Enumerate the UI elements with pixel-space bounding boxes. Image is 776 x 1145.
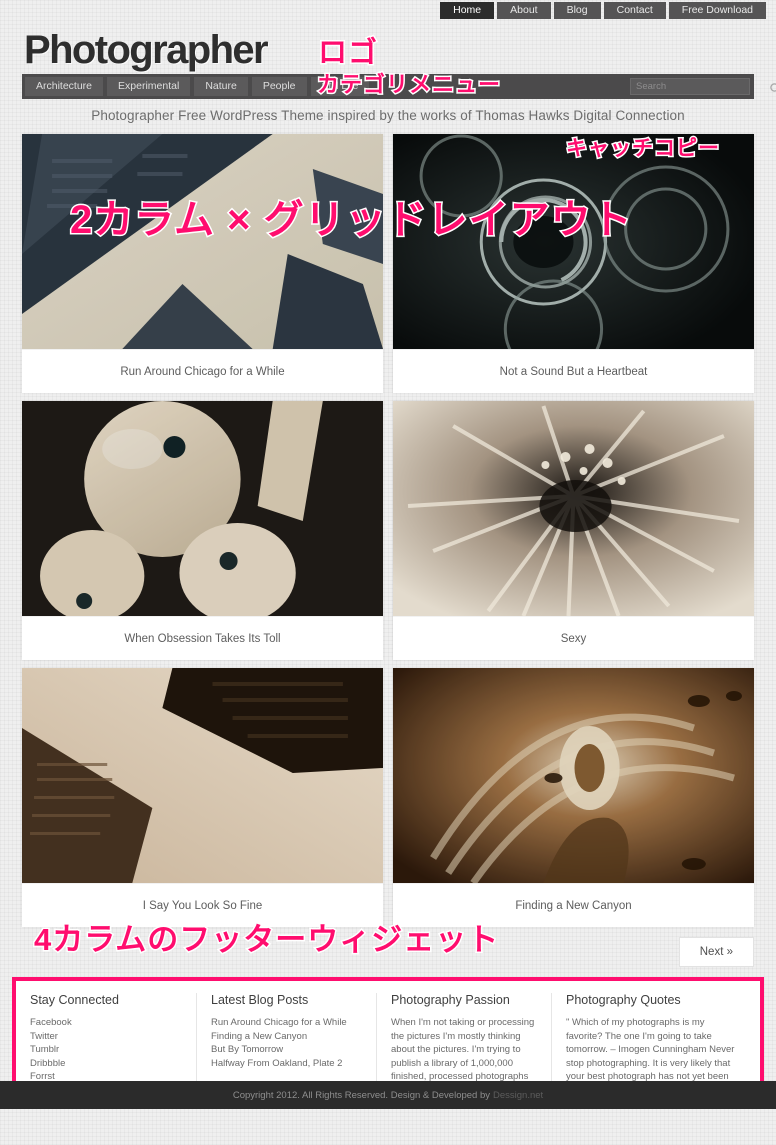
category-item-experimental[interactable]: Experimental <box>107 77 192 96</box>
photo-thumbnail-cream-ceramic-figures[interactable] <box>22 401 383 616</box>
photo-card[interactable]: Finding a New Canyon <box>393 668 754 927</box>
topnav-item-blog[interactable]: Blog <box>553 2 601 19</box>
photo-grid: 2カラム × グリッドレイアウト Run Around Chicago for … <box>22 134 754 927</box>
photo-card[interactable]: Not a Sound But a Heartbeat <box>393 134 754 393</box>
list-item: Tumblr <box>30 1043 182 1057</box>
top-bar: Home About Blog Contact Free Download <box>0 0 776 22</box>
footer-link[interactable]: Twitter <box>30 1031 58 1042</box>
category-item-nature[interactable]: Nature <box>194 77 249 96</box>
footer-link[interactable]: Run Around Chicago for a While <box>211 1017 347 1028</box>
annotation-logo: ロゴ <box>316 37 379 70</box>
footer-link[interactable]: Dribbble <box>30 1058 65 1069</box>
search-input[interactable] <box>631 79 768 94</box>
photo-caption[interactable]: I Say You Look So Fine <box>22 883 383 927</box>
footer-widget-list: Run Around Chicago for a While Finding a … <box>211 1016 362 1070</box>
page-root: Home About Blog Contact Free Download Photog… <box>0 0 776 1109</box>
photo-thumbnail-sepia-curved-sculpture[interactable] <box>393 668 754 883</box>
list-item: Twitter <box>30 1030 182 1044</box>
photo-card[interactable]: Run Around Chicago for a While <box>22 134 383 393</box>
category-menu-bar: Architecture Experimental Nature People Stil… <box>22 71 776 99</box>
list-item: Finding a New Canyon <box>211 1030 362 1044</box>
photo-thumbnail-monochrome-flower-macro[interactable] <box>393 401 754 616</box>
annotation-footer-widgets: 4カラムのフッターウィジェット <box>32 921 500 959</box>
photo-caption[interactable]: Not a Sound But a Heartbeat <box>393 349 754 393</box>
search-box[interactable] <box>630 78 776 95</box>
footer-widget-title: Latest Blog Posts <box>211 993 309 1007</box>
photo-caption[interactable]: Finding a New Canyon <box>393 883 754 927</box>
list-item: Run Around Chicago for a While <box>211 1016 362 1030</box>
photo-card[interactable]: I Say You Look So Fine <box>22 668 383 927</box>
topnav-item-about[interactable]: About <box>497 2 551 19</box>
topnav-item-free-download[interactable]: Free Download <box>668 2 766 19</box>
list-item: But By Tomorrow <box>211 1043 362 1057</box>
photo-card[interactable]: When Obsession Takes Its Toll <box>22 401 383 660</box>
top-navigation: Home About Blog Contact Free Download <box>440 2 766 19</box>
list-item: Halfway From Oakland, Plate 2 <box>211 1057 362 1071</box>
list-item: Facebook <box>30 1016 182 1030</box>
copyright-bar: Copyright 2012. All Rights Reserved. Des… <box>0 1081 776 1109</box>
annotation-category-menu: カテゴリメニュー <box>315 71 502 99</box>
annotation-catchcopy: キャッチコピー <box>565 136 721 162</box>
footer-widget-title: Photography Passion <box>391 993 510 1007</box>
copyright-brand-link[interactable]: Dessign.net <box>493 1090 543 1101</box>
footer-widget-title: Photography Quotes <box>566 993 681 1007</box>
footer-link[interactable]: Halfway From Oakland, Plate 2 <box>211 1058 342 1069</box>
photo-card[interactable]: Sexy <box>393 401 754 660</box>
footer-widget-title: Stay Connected <box>30 993 119 1007</box>
category-item-people[interactable]: People <box>251 77 308 96</box>
footer-widget-list: Facebook Twitter Tumblr Dribbble Forrst <box>30 1016 182 1084</box>
topnav-item-contact[interactable]: Contact <box>603 2 666 19</box>
topnav-item-home[interactable]: Home <box>440 2 495 19</box>
footer-link[interactable]: Tumblr <box>30 1044 59 1055</box>
photo-caption[interactable]: Sexy <box>393 616 754 660</box>
site-tagline: Photographer Free WordPress Theme inspir… <box>91 108 685 123</box>
site-logo[interactable]: Photographer <box>24 28 269 72</box>
footer-link[interactable]: But By Tomorrow <box>211 1044 283 1055</box>
next-page-button[interactable]: Next » <box>678 937 754 967</box>
photo-thumbnail-sepia-skyscrapers-upward[interactable] <box>22 668 383 883</box>
footer-link[interactable]: Facebook <box>30 1017 72 1028</box>
copyright-text: Copyright 2012. All Rights Reserved. Des… <box>232 1089 490 1101</box>
annotation-grid-layout: 2カラム × グリッドレイアウト <box>69 197 634 244</box>
pagination-area: 4カラムのフッターウィジェット Next » <box>22 921 754 971</box>
list-item: Dribbble <box>30 1057 182 1071</box>
logo-area: Photographer ロゴ <box>0 22 776 72</box>
photo-caption[interactable]: Run Around Chicago for a While <box>22 349 383 393</box>
category-item-architecture[interactable]: Architecture <box>25 77 105 96</box>
photo-caption[interactable]: When Obsession Takes Its Toll <box>22 616 383 660</box>
footer-link[interactable]: Finding a New Canyon <box>211 1031 307 1042</box>
